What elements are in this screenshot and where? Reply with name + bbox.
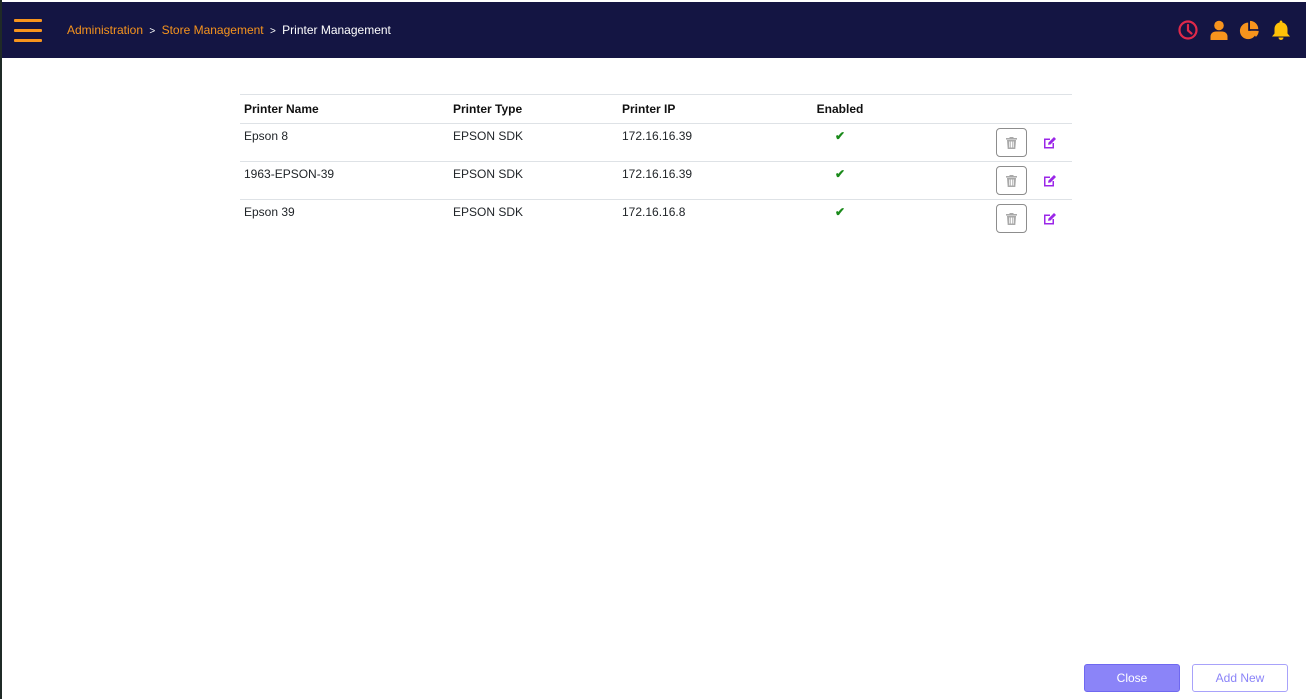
breadcrumb-store-management[interactable]: Store Management [162, 23, 264, 37]
enabled-check-icon: ✔ [834, 129, 846, 143]
delete-button[interactable] [996, 166, 1027, 195]
table-row: 1963-EPSON-39 EPSON SDK 172.16.16.39 ✔ [240, 161, 1072, 200]
left-edge [0, 0, 2, 699]
column-header-printer-ip: Printer IP [618, 94, 794, 124]
breadcrumb-administration[interactable]: Administration [67, 23, 143, 37]
edit-button[interactable] [1040, 209, 1060, 227]
delete-button[interactable] [996, 128, 1027, 157]
printer-name-cell: Epson 39 [244, 205, 295, 219]
breadcrumb-printer-management: Printer Management [282, 23, 391, 37]
enabled-check-icon: ✔ [834, 205, 846, 219]
printer-ip-cell: 172.16.16.39 [618, 123, 794, 162]
trash-icon [1006, 212, 1017, 225]
edit-icon [1044, 136, 1056, 148]
edit-icon [1044, 212, 1056, 224]
edit-icon [1044, 174, 1056, 186]
bell-icon[interactable] [1270, 19, 1292, 41]
table-row: Epson 39 EPSON SDK 172.16.16.8 ✔ [240, 200, 1072, 238]
trash-icon [1006, 136, 1017, 149]
breadcrumb-separator: > [269, 26, 276, 37]
printer-ip-cell: 172.16.16.8 [622, 205, 686, 219]
delete-button[interactable] [996, 204, 1027, 233]
printer-type-cell: EPSON SDK [449, 161, 618, 200]
printer-name-cell: Epson 8 [240, 123, 449, 162]
trash-icon [1006, 174, 1017, 187]
printer-type-cell: EPSON SDK [453, 205, 524, 219]
close-button[interactable]: Close [1084, 664, 1180, 692]
header-icons [1177, 19, 1292, 41]
printer-type-cell: EPSON SDK [449, 123, 618, 162]
add-new-button[interactable]: Add New [1192, 664, 1288, 692]
hamburger-menu-icon[interactable] [14, 19, 42, 43]
clock-icon[interactable] [1177, 19, 1199, 41]
column-header-enabled: Enabled [794, 94, 886, 124]
printer-name-cell: 1963-EPSON-39 [240, 161, 449, 200]
printer-table-container: Printer Name Printer Type Printer IP Ena… [240, 94, 1072, 237]
enabled-check-icon: ✔ [834, 167, 846, 181]
pie-chart-icon[interactable] [1239, 19, 1261, 41]
user-icon[interactable] [1208, 19, 1230, 41]
column-header-printer-type: Printer Type [449, 94, 618, 124]
column-header-printer-name: Printer Name [240, 94, 449, 124]
top-navbar: Administration > Store Management > Prin… [2, 2, 1306, 58]
column-header-actions [886, 94, 1072, 124]
table-row: Epson 8 EPSON SDK 172.16.16.39 ✔ [240, 123, 1072, 162]
breadcrumb: Administration > Store Management > Prin… [67, 23, 391, 37]
edit-button[interactable] [1040, 133, 1060, 151]
printer-table: Printer Name Printer Type Printer IP Ena… [240, 94, 1072, 237]
table-header-row: Printer Name Printer Type Printer IP Ena… [240, 94, 1072, 124]
printer-ip-cell: 172.16.16.39 [618, 161, 794, 200]
breadcrumb-separator: > [149, 26, 156, 37]
edit-button[interactable] [1040, 171, 1060, 189]
